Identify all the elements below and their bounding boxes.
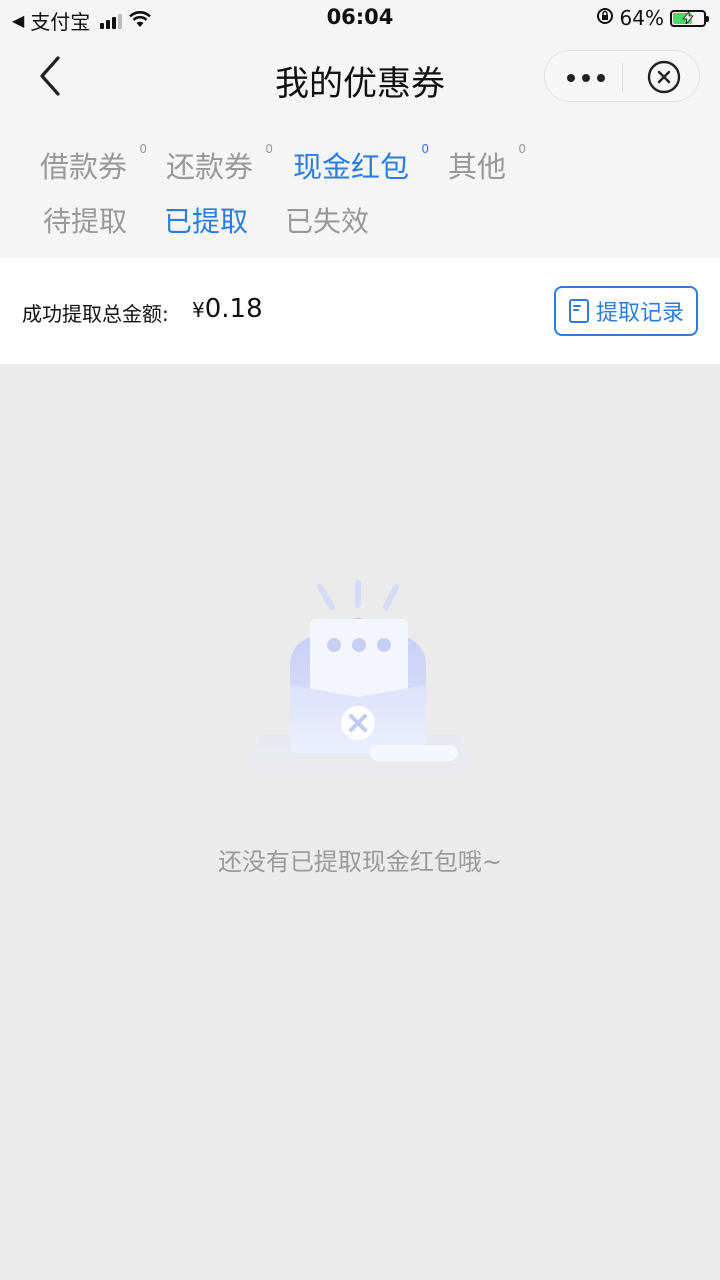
empty-envelope-illustration [220,575,500,805]
coupon-tabs: 借款券 0 还款券 0 现金红包 0 其他 0 待提取 已提取 已失效 [0,120,720,258]
tab-label: 现金红包 [293,150,410,184]
total-amount-label: 成功提取总金额: [22,302,169,326]
tab-label: 借款券 [40,150,128,184]
nav-bar: 我的优惠券 [0,36,720,120]
mini-program-capsule [544,50,700,102]
subtab-withdrawn[interactable]: 已提取 [164,200,248,240]
battery-percent: 64% [619,6,664,30]
more-dot-icon [597,74,605,82]
close-circle-icon [647,60,681,94]
amount-value: 0.18 [204,294,263,324]
tab-count: 0 [139,142,148,156]
withdraw-summary: 成功提取总金额: ¥0.18 提取记录 [0,258,720,364]
currency-symbol: ¥ [192,298,205,322]
more-button[interactable] [567,74,605,82]
subtab-expired[interactable]: 已失效 [285,200,369,240]
empty-envelope-icon [235,580,485,795]
tab-cash-red-packet[interactable]: 现金红包 0 [293,142,429,186]
withdraw-record-button[interactable]: 提取记录 [554,286,698,336]
capsule-divider [622,63,623,91]
more-dot-icon [582,74,590,82]
total-amount: ¥0.18 [192,294,263,324]
tab-count: 0 [265,142,274,156]
status-bar: ◀ 支付宝 06:04 64% [0,0,720,36]
tab-loan-coupon[interactable]: 借款券 0 [40,142,147,186]
close-miniapp-button[interactable] [647,60,681,94]
status-right: 64% [596,6,709,30]
tab-repay-coupon[interactable]: 还款券 0 [166,142,273,186]
tab-count: 0 [421,142,430,156]
subtab-pending[interactable]: 待提取 [43,200,127,240]
tab-label: 其他 [448,150,507,184]
tab-label: 还款券 [166,150,254,184]
empty-message: 还没有已提取现金红包哦~ [217,848,503,876]
document-icon [568,299,589,323]
withdraw-record-label: 提取记录 [595,301,684,326]
tab-other[interactable]: 其他 0 [448,142,526,186]
battery-icon [670,9,709,27]
rotation-lock-icon [596,6,614,30]
more-dot-icon [567,74,575,82]
screen: ◀ 支付宝 06:04 64% 我的优惠券 借款券 0 还款券 0 现金红包 0… [0,0,720,1280]
tab-count: 0 [518,142,527,156]
